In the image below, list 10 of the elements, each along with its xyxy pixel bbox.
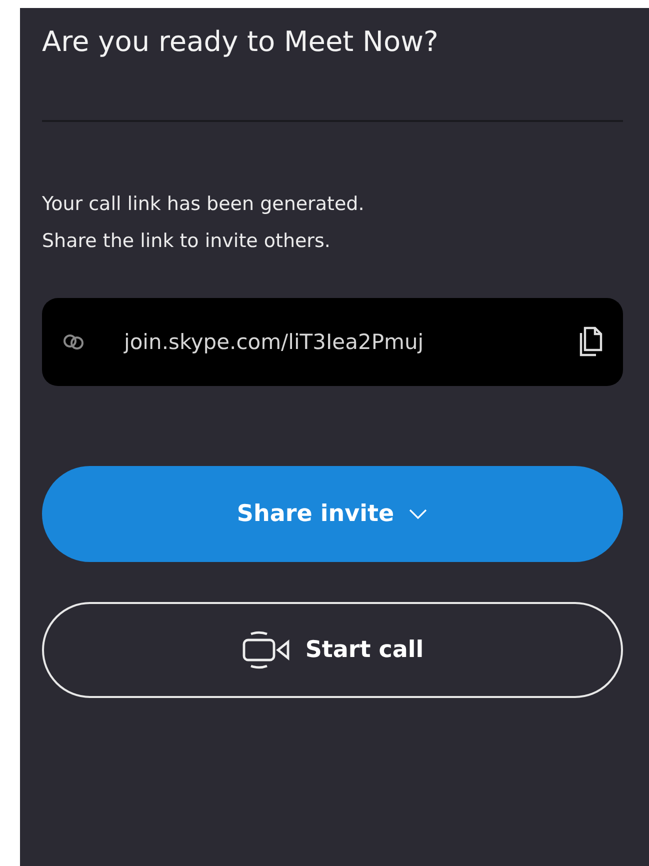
share-invite-button[interactable]: Share invite xyxy=(42,466,623,562)
call-link-field[interactable]: join.skype.com/liT3Iea2Pmuj xyxy=(42,298,623,386)
dialog-title: Are you ready to Meet Now? xyxy=(42,24,440,60)
copy-icon xyxy=(577,326,603,358)
link-icon xyxy=(62,334,86,350)
chevron-down-icon xyxy=(408,508,428,520)
info-message: Your call link has been generated. Share the link to invite others. xyxy=(42,192,366,254)
start-call-button[interactable]: Start call xyxy=(42,602,623,698)
call-link-text: join.skype.com/liT3Iea2Pmuj xyxy=(124,330,425,354)
copy-button[interactable] xyxy=(577,326,603,358)
